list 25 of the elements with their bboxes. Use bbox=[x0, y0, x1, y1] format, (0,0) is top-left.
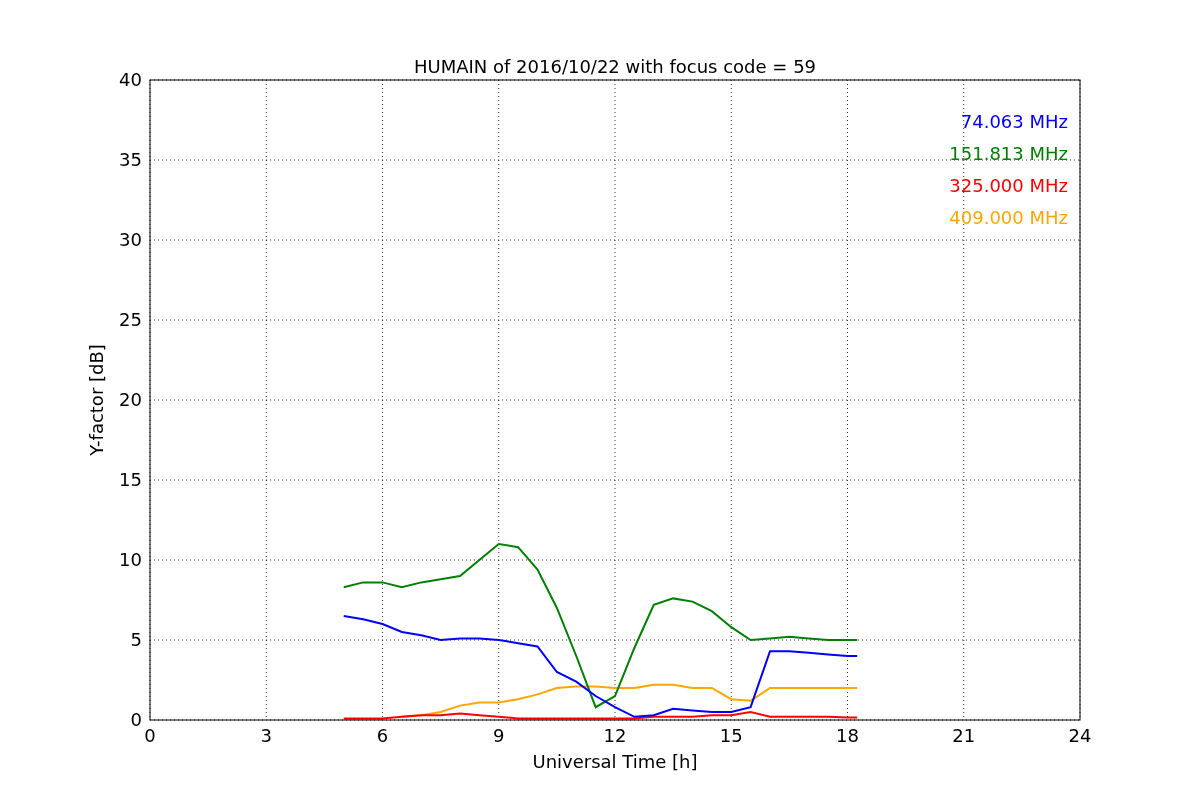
tick-label: 12 bbox=[603, 725, 627, 746]
axis-title: Y-factor [dB] bbox=[86, 344, 107, 456]
tick-label: 25 bbox=[119, 309, 142, 330]
axis-title: Universal Time [h] bbox=[532, 751, 698, 772]
legend-label: 325.000 MHz bbox=[949, 175, 1068, 196]
tick-label: 6 bbox=[376, 725, 389, 746]
tick-label: 24 bbox=[1068, 725, 1092, 746]
tick-label: 0 bbox=[130, 709, 142, 730]
tick-label: 0 bbox=[144, 725, 156, 746]
legend-label: 74.063 MHz bbox=[960, 111, 1068, 132]
tick-label: 5 bbox=[130, 629, 142, 650]
tick-label: 20 bbox=[119, 389, 142, 410]
tick-label: 35 bbox=[119, 149, 142, 170]
tick-label: 30 bbox=[119, 229, 142, 250]
legend-label: 409.000 MHz bbox=[949, 207, 1068, 228]
legend-label: 151.813 MHz bbox=[949, 143, 1068, 164]
tick-label: 40 bbox=[119, 69, 142, 90]
tick-label: 18 bbox=[836, 725, 859, 746]
tick-label: 21 bbox=[952, 725, 976, 746]
tick-label: 10 bbox=[119, 549, 142, 570]
tick-label: 9 bbox=[493, 725, 505, 746]
tick-label: 3 bbox=[260, 725, 272, 746]
tick-label: 15 bbox=[119, 469, 142, 490]
chart-title: HUMAIN of 2016/10/22 with focus code = 59 bbox=[413, 56, 817, 77]
tick-label: 15 bbox=[719, 725, 743, 746]
